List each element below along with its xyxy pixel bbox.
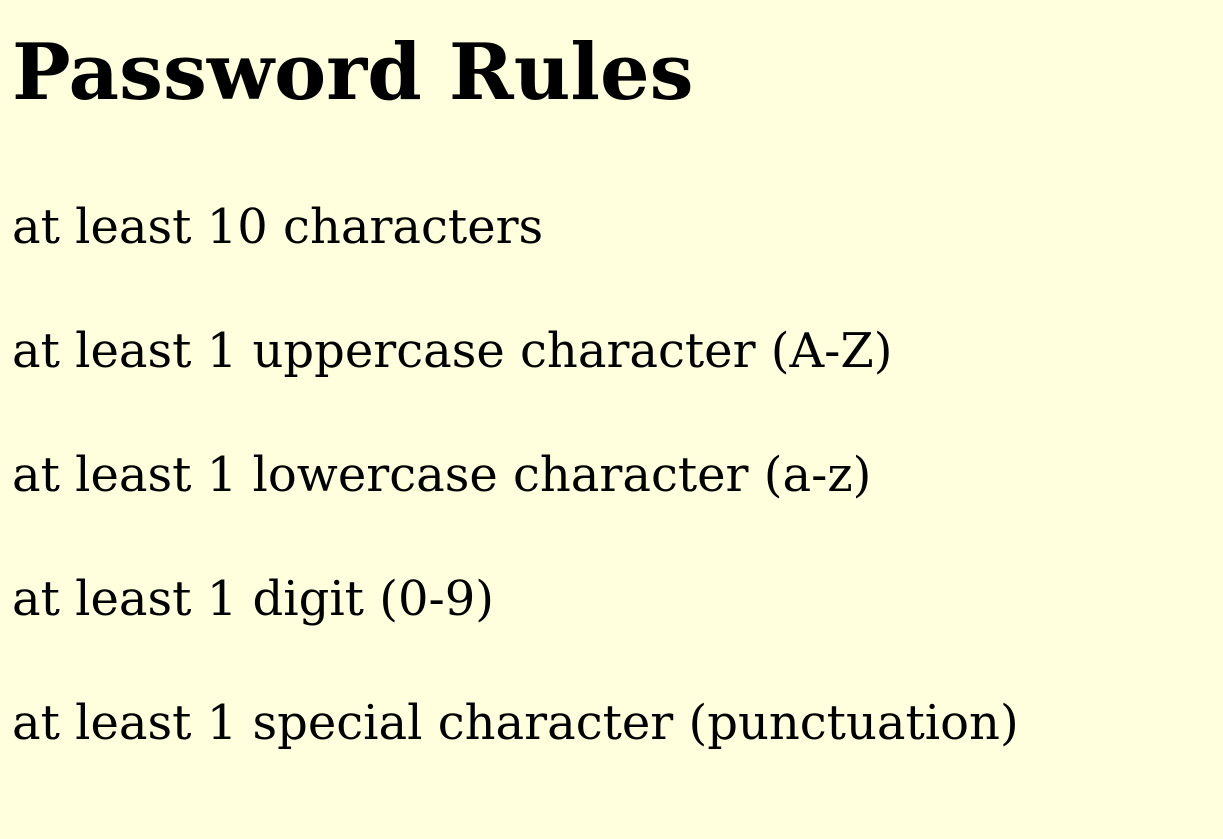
rule-min-length: at least 10 characters (12, 199, 544, 255)
page-title: Password Rules (12, 27, 694, 118)
rule-lowercase: at least 1 lowercase character (a-z) (12, 447, 872, 503)
rule-special-character: at least 1 special character (punctuatio… (12, 695, 1019, 751)
password-rules-section: Password Rules at least 10 characters at… (0, 34, 1223, 785)
rule-uppercase: at least 1 uppercase character (A-Z) (12, 323, 893, 379)
rule-digit: at least 1 digit (0-9) (12, 571, 494, 627)
